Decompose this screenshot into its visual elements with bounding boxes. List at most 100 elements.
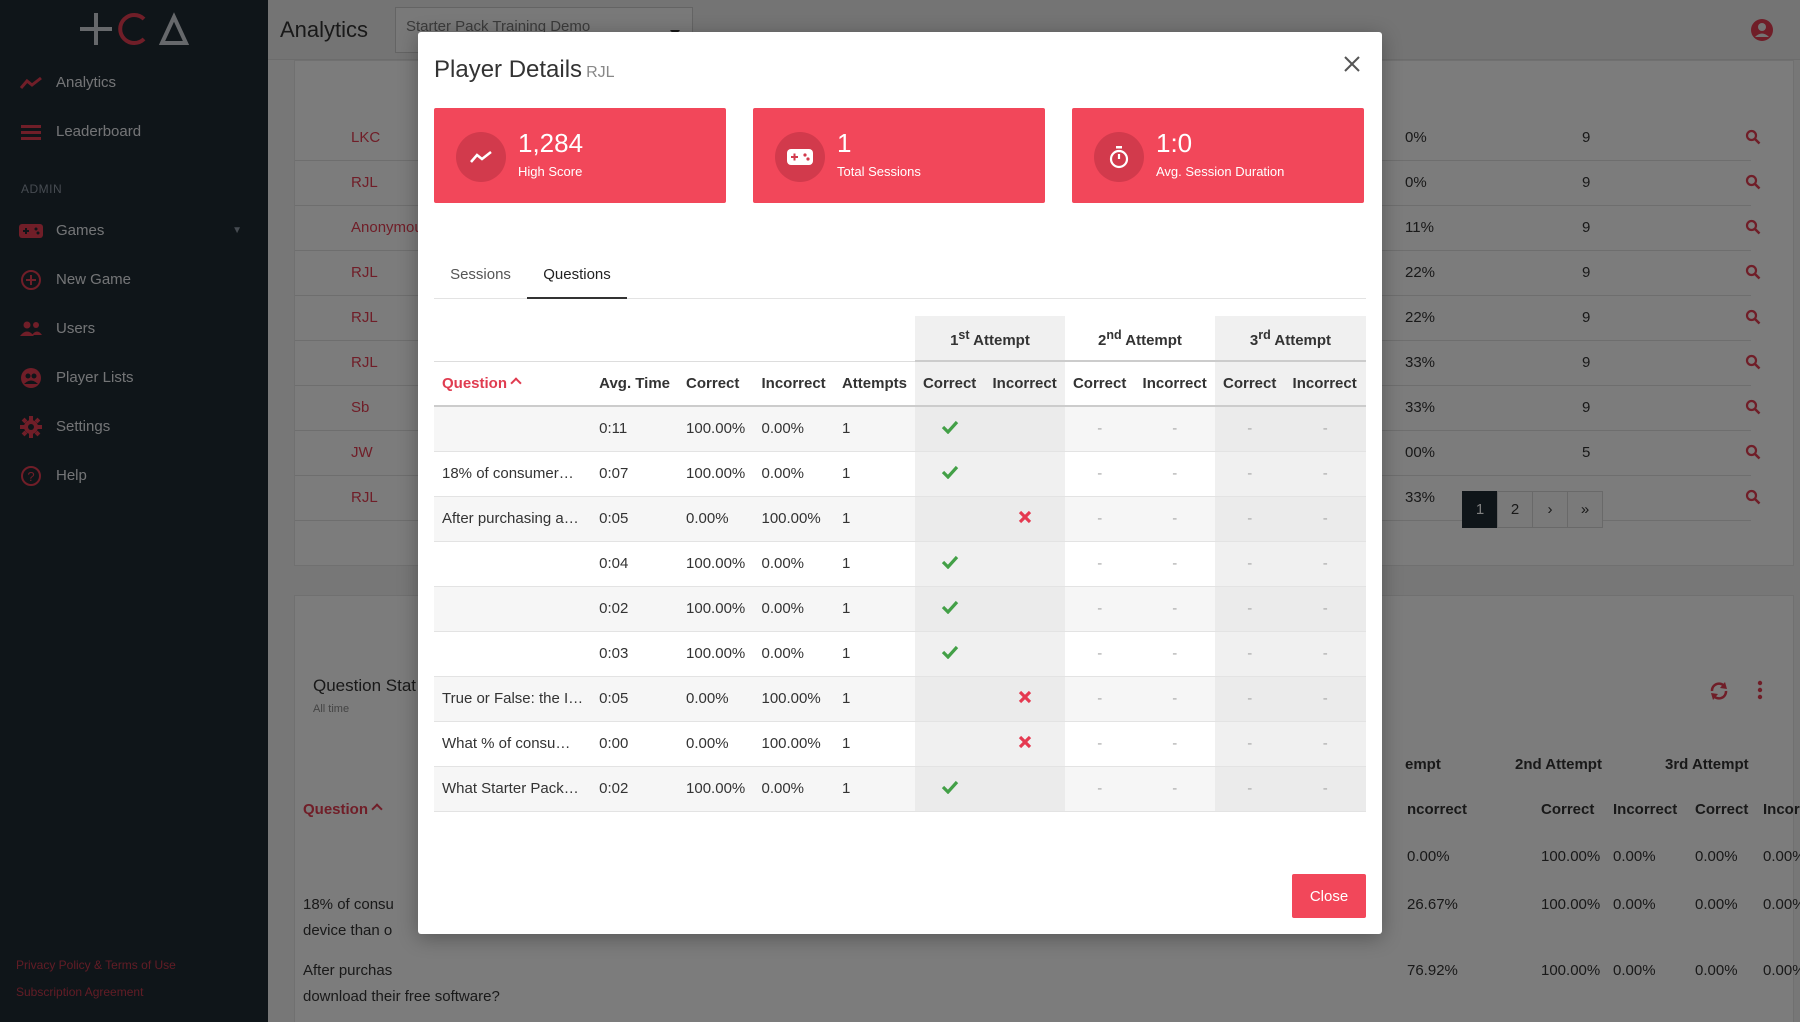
questions-table-body: 0:11 100.00% 0.00% 1- - - -18% of consumer… 0:0… [434,406,1366,812]
stopwatch-icon [1094,132,1144,182]
attempt-1-correct-cell [914,721,985,767]
avg-session-duration-value: 1:0 [1156,128,1193,158]
attempt-label: Attempt [1121,331,1182,349]
correct-pct: 0.00% [678,496,754,542]
table-row[interactable]: 0:02 100.00% 0.00% 1- - - - [434,586,1366,632]
attempt-2-correct-cell: - [1064,496,1135,542]
attempt-3-correct-cell: - [1214,631,1285,677]
attempt-1-incorrect-cell [984,721,1065,767]
avg-time: 0:05 [591,496,679,542]
attempt-1-correct-cell [914,676,985,722]
ordinal-suffix: rd [1258,327,1271,342]
attempt-1-incorrect-header[interactable]: Incorrect [984,361,1065,407]
attempt-1-header: 1st Attempt [914,316,1065,362]
tab-questions[interactable]: Questions [527,254,627,299]
incorrect-pct: 0.00% [753,451,834,497]
attempt-1-incorrect-cell [984,676,1065,722]
close-button[interactable]: Close [1292,874,1366,918]
table-row[interactable]: 0:11 100.00% 0.00% 1- - - - [434,406,1366,452]
attempts-column-header[interactable]: Attempts [833,361,915,407]
total-sessions-label: Total Sessions [837,164,921,179]
table-row[interactable]: 18% of consumer… 0:07 100.00% 0.00% 1- - - - [434,451,1366,497]
question-text [434,631,592,677]
attempt-1-incorrect-cell [984,496,1065,542]
attempt-2-correct-header[interactable]: Correct [1064,361,1135,407]
correct-pct: 100.00% [678,541,754,587]
attempt-3-incorrect-cell: - [1284,586,1366,632]
cross-icon [1018,510,1032,528]
attempt-1-incorrect-cell [984,541,1065,587]
question-text: True or False: the I… [434,676,592,722]
table-row[interactable]: 0:04 100.00% 0.00% 1- - - - [434,541,1366,587]
attempt-3-incorrect-cell: - [1284,766,1366,812]
avg-time: 0:11 [591,406,679,452]
avg-time: 0:00 [591,721,679,767]
attempt-3-incorrect-cell: - [1284,496,1366,542]
modal-title-text: Player Details [434,56,583,83]
high-score-value: 1,284 [518,128,584,158]
attempt-2-incorrect-cell: - [1134,586,1215,632]
attempts-count: 1 [833,496,915,542]
attempts-count: 1 [833,766,915,812]
checkmark-icon [941,420,959,438]
attempts-count: 1 [833,631,915,677]
attempt-3-correct-cell: - [1214,766,1285,812]
table-row[interactable]: What % of consu… 0:00 0.00% 100.00% 1- - - - [434,721,1366,767]
high-score-label: High Score [518,164,583,179]
attempt-3-correct-header[interactable]: Correct [1214,361,1285,407]
avg-time: 0:04 [591,541,679,587]
question-text: What % of consu… [434,721,592,767]
attempt-3-incorrect-cell: - [1284,631,1366,677]
avg-time: 0:03 [591,631,679,677]
questions-table: 1st Attempt 2nd Attempt 3rd Attempt Ques… [434,316,1366,812]
question-text: After purchasing a… [434,496,592,542]
ordinal: 3 [1249,331,1259,349]
table-row[interactable]: What Starter Pack… 0:02 100.00% 0.00% 1- - - - [434,766,1366,812]
trend-line-icon [456,132,506,182]
ordinal-suffix: st [958,327,970,342]
avg-time: 0:07 [591,451,679,497]
attempt-1-correct-cell [914,496,985,542]
incorrect-pct: 100.00% [753,496,834,542]
table-row[interactable]: True or False: the I… 0:05 0.00% 100.00% 1- -… [434,676,1366,722]
attempt-3-correct-cell: - [1214,676,1285,722]
incorrect-column-header[interactable]: Incorrect [753,361,834,407]
cross-icon [1018,735,1032,753]
avg-time-column-header[interactable]: Avg. Time [591,361,679,407]
attempt-1-correct-cell [914,766,985,812]
attempts-count: 1 [833,676,915,722]
attempt-3-incorrect-cell: - [1284,721,1366,767]
attempt-2-header: 2nd Attempt [1064,316,1215,362]
close-icon[interactable] [1340,52,1364,76]
attempt-label: Attempt [1270,331,1332,349]
high-score-card: 1,284 High Score [434,108,726,203]
modal-tabs: Sessions Questions [434,254,1366,299]
tab-sessions[interactable]: Sessions [434,254,527,299]
question-column-header[interactable]: Question [434,361,592,407]
attempt-3-incorrect-cell: - [1284,541,1366,587]
attempt-3-correct-cell: - [1214,721,1285,767]
attempt-3-correct-cell: - [1214,451,1285,497]
correct-pct: 100.00% [678,451,754,497]
cross-icon [1018,690,1032,708]
attempt-2-incorrect-cell: - [1134,496,1215,542]
attempt-1-correct-header[interactable]: Correct [914,361,985,407]
attempt-2-correct-cell: - [1064,586,1135,632]
avg-time: 0:02 [591,766,679,812]
attempt-2-incorrect-header[interactable]: Incorrect [1134,361,1215,407]
question-text [434,541,592,587]
table-row[interactable]: After purchasing a… 0:05 0.00% 100.00% 1- - - - [434,496,1366,542]
player-initials: RJL [586,64,615,81]
attempt-2-correct-cell: - [1064,676,1135,722]
avg-session-duration-label: Avg. Session Duration [1156,164,1285,179]
attempt-3-incorrect-cell: - [1284,406,1366,452]
checkmark-icon [941,600,959,618]
attempt-1-incorrect-cell [984,451,1065,497]
incorrect-pct: 0.00% [753,406,834,452]
correct-column-header[interactable]: Correct [678,361,754,407]
attempts-count: 1 [833,541,915,587]
correct-pct: 100.00% [678,631,754,677]
attempt-3-incorrect-header[interactable]: Incorrect [1284,361,1366,407]
table-row[interactable]: 0:03 100.00% 0.00% 1- - - - [434,631,1366,677]
attempt-2-incorrect-cell: - [1134,676,1215,722]
